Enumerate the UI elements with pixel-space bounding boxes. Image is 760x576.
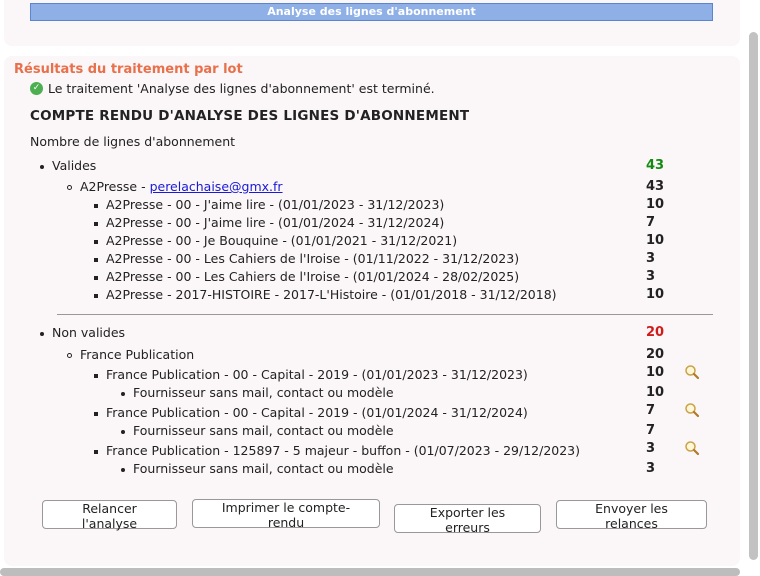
reason-count: 3 — [646, 461, 656, 476]
supplier-name: France Publication — [80, 347, 195, 362]
valid-line: A2Presse - 00 - Les Cahiers de l'Iroise … — [94, 251, 519, 266]
bullet-icon — [121, 429, 125, 434]
invalid-supplier: France Publication — [67, 347, 194, 362]
magnifier-icon[interactable] — [684, 440, 700, 456]
bullet-icon — [94, 257, 98, 262]
horizontal-scrollbar[interactable] — [0, 568, 740, 576]
bullet-icon — [94, 293, 98, 298]
line-count: 3 — [646, 251, 656, 266]
invalid-group-label: Non valides — [40, 325, 125, 340]
line-label: A2Presse - 00 - Les Cahiers de l'Iroise … — [106, 251, 520, 266]
bullet-icon — [94, 373, 98, 378]
line-label: A2Presse - 00 - J'aime lire - (01/01/202… — [106, 215, 445, 230]
reason-label: Fournisseur sans mail, contact ou modèle — [133, 385, 394, 400]
invalid-count: 20 — [646, 325, 665, 340]
bullet-icon — [94, 239, 98, 244]
invalid-supplier-count: 20 — [646, 347, 665, 362]
export-errors-button[interactable]: Exporter les erreurs — [394, 504, 541, 535]
rerun-analysis-button[interactable]: Relancer l'analyse — [42, 500, 177, 531]
bullet-icon — [67, 353, 72, 358]
page-title: Analyse des lignes d'abonnement — [30, 3, 713, 21]
valid-group-label: Valides — [40, 158, 96, 173]
report-title: COMPTE RENDU D'ANALYSE DES LIGNES D'ABON… — [30, 108, 470, 124]
bullet-icon — [94, 449, 98, 454]
divider — [57, 314, 713, 315]
reason-count: 10 — [646, 385, 665, 400]
line-label: A2Presse - 00 - Les Cahiers de l'Iroise … — [106, 269, 520, 284]
line-count: 3 — [646, 269, 656, 284]
bullet-icon — [94, 275, 98, 280]
reason-count: 7 — [646, 423, 656, 438]
bullet-icon — [67, 185, 72, 190]
invalid-line: France Publication - 00 - Capital - 2019… — [94, 405, 528, 420]
line-count: 10 — [646, 233, 665, 248]
send-reminders-button[interactable]: Envoyer les relances — [556, 500, 707, 531]
valid-supplier-count: 43 — [646, 179, 665, 194]
valid-count: 43 — [646, 158, 665, 173]
line-count: 3 — [646, 441, 656, 456]
bullet-icon — [94, 411, 98, 416]
line-count: 7 — [646, 403, 656, 418]
bullet-icon — [94, 221, 98, 226]
status-message: Le traitement 'Analyse des lignes d'abon… — [48, 81, 435, 96]
line-count: 10 — [646, 287, 665, 302]
bullet-icon — [40, 164, 44, 169]
magnifier-icon[interactable] — [684, 402, 700, 418]
magnifier-icon[interactable] — [684, 364, 700, 380]
line-label: France Publication - 125897 - 5 majeur -… — [106, 443, 581, 458]
bullet-icon — [94, 203, 98, 208]
count-label: Nombre de lignes d'abonnement — [30, 134, 236, 149]
error-reason: Fournisseur sans mail, contact ou modèle — [121, 461, 394, 476]
supplier-name: A2Presse - — [80, 179, 150, 194]
error-reason: Fournisseur sans mail, contact ou modèle — [121, 385, 394, 400]
valid-line: A2Presse - 00 - Je Bouquine - (01/01/202… — [94, 233, 457, 248]
bullet-icon — [121, 391, 125, 396]
check-circle-icon: ✓ — [30, 82, 43, 95]
line-count: 7 — [646, 215, 656, 230]
bullet-icon — [40, 331, 44, 336]
valid-line: A2Presse - 00 - Les Cahiers de l'Iroise … — [94, 269, 519, 284]
section-title: Résultats du traitement par lot — [14, 62, 243, 77]
reason-label: Fournisseur sans mail, contact ou modèle — [133, 423, 394, 438]
line-count: 10 — [646, 365, 665, 380]
line-count: 10 — [646, 197, 665, 212]
invalid-line: France Publication - 00 - Capital - 2019… — [94, 367, 528, 382]
vertical-scrollbar[interactable] — [749, 32, 758, 560]
line-label: France Publication - 00 - Capital - 2019… — [106, 405, 528, 420]
valid-line: A2Presse - 00 - J'aime lire - (01/01/202… — [94, 215, 444, 230]
valid-line: A2Presse - 00 - J'aime lire - (01/01/202… — [94, 197, 444, 212]
line-label: France Publication - 00 - Capital - 2019… — [106, 367, 528, 382]
line-label: A2Presse - 00 - Je Bouquine - (01/01/202… — [106, 233, 458, 248]
print-report-button[interactable]: Imprimer le compte-rendu — [192, 499, 380, 530]
invalid-label: Non valides — [52, 325, 126, 340]
invalid-line: France Publication - 125897 - 5 majeur -… — [94, 443, 580, 458]
bullet-icon — [121, 467, 125, 472]
valid-line: A2Presse - 2017-HISTOIRE - 2017-L'Histoi… — [94, 287, 557, 302]
line-label: A2Presse - 00 - J'aime lire - (01/01/202… — [106, 197, 445, 212]
valid-supplier: A2Presse - perelachaise@gmx.fr — [67, 179, 283, 194]
line-label: A2Presse - 2017-HISTOIRE - 2017-L'Histoi… — [106, 287, 557, 302]
error-reason: Fournisseur sans mail, contact ou modèle — [121, 423, 394, 438]
results-panel — [4, 56, 740, 566]
reason-label: Fournisseur sans mail, contact ou modèle — [133, 461, 394, 476]
status-line: ✓ Le traitement 'Analyse des lignes d'ab… — [30, 81, 435, 96]
valid-label: Valides — [52, 158, 97, 173]
supplier-email-link[interactable]: perelachaise@gmx.fr — [150, 179, 283, 194]
